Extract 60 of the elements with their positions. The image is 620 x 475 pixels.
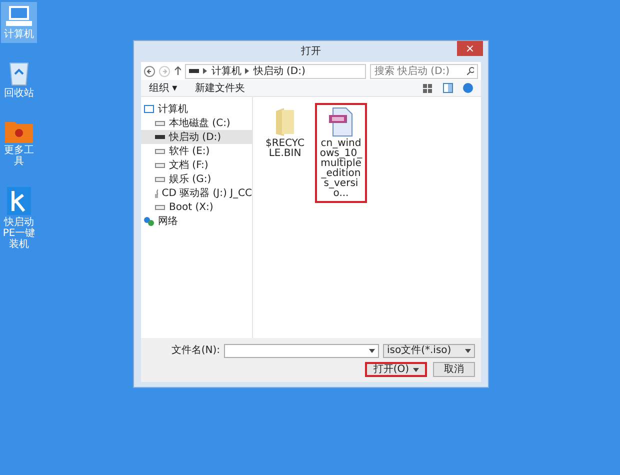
cancel-button[interactable]: 取消 [433,362,475,377]
trash-bin-icon [9,60,29,86]
desktop-icon-label: 计算机 [4,29,34,40]
nav-item-label: CD 驱动器 (J:) J_CC [162,186,252,200]
nav-item[interactable]: 本地磁盘 (C:) [141,116,252,130]
file-type-value: iso文件(*.iso) [387,344,452,358]
nav-item-label: 网络 [158,214,178,228]
file-item[interactable]: cn_windows_10_multiple_editions_versio... [315,103,367,203]
nav-item-label: 娱乐 (G:) [169,172,212,186]
chevron-right-icon [203,68,208,74]
file-name: cn_windows_10_multiple_editions_versio... [319,139,363,199]
nav-item-label: 计算机 [158,102,188,116]
new-folder-button[interactable]: 新建文件夹 [195,80,246,96]
search-field[interactable]: 搜索 快启动 (D:) [370,64,478,78]
drive-icon [155,204,165,210]
filename-label: 文件名(N): [171,344,220,358]
network-icon [144,216,154,226]
computer-icon [6,5,32,27]
nav-item[interactable]: 娱乐 (G:) [141,172,252,186]
search-icon [466,67,474,75]
nav-item-label: 文档 (F:) [169,158,208,172]
computer-icon [144,104,154,114]
folder-icon [274,107,296,137]
chevron-right-icon [245,68,250,74]
filename-field[interactable] [224,344,379,358]
dropdown-caret-icon [465,348,471,352]
back-icon[interactable] [144,66,155,76]
preview-pane-icon[interactable] [443,83,453,93]
breadcrumb-item[interactable]: 计算机 [211,64,242,78]
desktop-icon-label: 回收站 [4,88,34,99]
organize-button[interactable]: 组织 ▾ [149,80,178,96]
dropdown-caret-icon [369,348,375,352]
file-item[interactable]: $RECYCLE.BIN [259,103,311,163]
open-button[interactable]: 打开(O) [365,362,427,377]
desktop-icon-label: 快启动PE一键装机 [2,217,36,250]
up-arrow-icon[interactable] [174,66,182,76]
view-options-icon[interactable] [423,84,433,92]
k-logo-icon [7,187,31,215]
address-bar[interactable]: 计算机 快启动 (D:) [185,64,366,78]
nav-item[interactable]: 计算机 [141,102,252,116]
nav-item[interactable]: Boot (X:) [141,200,252,214]
close-button[interactable]: × [457,41,483,56]
nav-item[interactable]: CD 驱动器 (J:) J_CC [141,186,252,200]
file-name: $RECYCLE.BIN [264,139,306,159]
nav-item[interactable]: 网络 [141,214,252,228]
nav-item-label: Boot (X:) [169,200,214,214]
drive-icon [189,68,200,74]
nav-item-label: 快启动 (D:) [169,130,222,144]
breadcrumb-item[interactable]: 快启动 (D:) [253,64,306,78]
file-type-dropdown[interactable]: iso文件(*.iso) [383,344,475,358]
nav-item-label: 本地磁盘 (C:) [169,116,230,130]
window-title: 打开 [301,44,321,59]
desktop-icon-label: 更多工具 [3,145,35,167]
disc-image-file-icon [329,107,353,137]
nav-item[interactable]: 软件 (E:) [141,144,252,158]
nav-item[interactable]: 文档 (F:) [141,158,252,172]
nav-item[interactable]: 快启动 (D:) [141,130,252,144]
dropdown-caret-icon [413,368,419,372]
nav-item-label: 软件 (E:) [169,144,210,158]
folder-icon [5,119,33,143]
